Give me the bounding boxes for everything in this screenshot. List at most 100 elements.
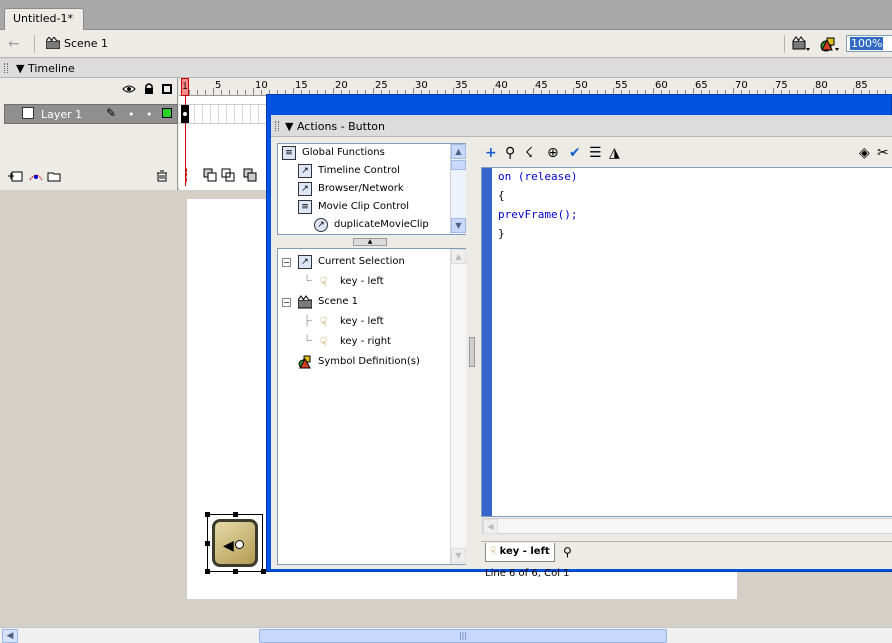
actions-header[interactable]: ▼ Actions - Button: [271, 115, 892, 137]
trash-icon[interactable]: [156, 170, 168, 182]
nav-item-label: Current Selection: [318, 256, 405, 267]
edit-bar: ← Scene 1 100%: [0, 30, 892, 58]
ruler-tick: [189, 90, 190, 95]
replace-icon[interactable]: ☇: [525, 146, 533, 160]
target-path-icon[interactable]: ⊕: [547, 146, 559, 160]
toolbox-item-movie-clip-control[interactable]: ≡ Movie Clip Control: [278, 198, 450, 216]
edit-symbol-icon[interactable]: [820, 36, 840, 52]
status-line: Line 6 of 6, Col 1: [485, 568, 570, 579]
button-symbol-key-left[interactable]: ◀: [205, 512, 266, 574]
edit-scene-icon[interactable]: [792, 36, 810, 52]
editor-horizontal-scrollbar[interactable]: ◀: [482, 518, 892, 534]
script-tab-key-left[interactable]: ☟ key - left: [485, 543, 555, 562]
button-face: ◀: [212, 519, 258, 567]
code-hint-icon[interactable]: ◮: [609, 146, 620, 160]
code-line-3[interactable]: prevFrame();: [498, 208, 577, 221]
outline-icon[interactable]: [162, 84, 172, 94]
find-icon[interactable]: ⚲: [505, 146, 515, 160]
panel-grip-icon[interactable]: [4, 63, 8, 73]
zoom-field[interactable]: 100%: [846, 35, 892, 52]
visibility-dot-icon[interactable]: •: [128, 108, 135, 121]
selection-handle[interactable]: [233, 512, 238, 517]
code-line-2[interactable]: {: [498, 189, 505, 202]
separator: [34, 35, 35, 53]
collapse-icon[interactable]: −: [282, 298, 291, 307]
selection-handle[interactable]: [205, 541, 210, 546]
auto-format-icon[interactable]: ☰: [589, 146, 602, 160]
lock-icon[interactable]: [144, 83, 154, 95]
add-folder-icon[interactable]: [46, 170, 62, 182]
toolbox-item-label: Timeline Control: [318, 165, 400, 176]
selection-handle[interactable]: [205, 569, 210, 574]
scroll-left-button[interactable]: ◀: [483, 519, 498, 534]
eye-icon[interactable]: [122, 84, 136, 94]
separator: [784, 35, 785, 53]
document-tab-bar: Untitled-1*: [0, 0, 892, 30]
script-navigator[interactable]: − ↗ Current Selection └· ☟ key - left − …: [277, 248, 466, 565]
collapse-icon[interactable]: −: [282, 258, 291, 267]
scroll-up-button[interactable]: ▲: [451, 249, 466, 264]
actions-window[interactable]: ▼ Actions - Button ≡ Global Functions ↗ …: [266, 94, 892, 579]
scroll-thumb[interactable]: |||: [259, 629, 667, 643]
stage-horizontal-scrollbar[interactable]: ◀ |||: [0, 627, 892, 643]
scroll-up-button[interactable]: ▲: [451, 144, 466, 159]
scene-label[interactable]: Scene 1: [64, 37, 108, 50]
center-frame-icon[interactable]: ┆: [183, 168, 190, 182]
navigator-scrollbar[interactable]: ▲ ▼: [450, 249, 466, 564]
pin-script-icon[interactable]: ⚲: [563, 545, 572, 559]
edit-multiple-frames-icon[interactable]: [243, 168, 257, 182]
scroll-left-button[interactable]: ◀: [2, 629, 18, 643]
toolbox-item-label: duplicateMovieClip: [334, 219, 429, 230]
timeline-title[interactable]: ▼ Timeline: [16, 62, 75, 75]
timeline-header[interactable]: ▼ Timeline: [0, 59, 892, 78]
document-tab[interactable]: Untitled-1*: [4, 8, 84, 30]
pencil-icon: ✎: [106, 106, 117, 120]
toolbox-scrollbar[interactable]: ▲ ▼: [450, 144, 466, 234]
divider-grip[interactable]: [469, 337, 475, 367]
nav-item-label: Symbol Definition(s): [318, 356, 420, 367]
add-item-icon[interactable]: +: [485, 146, 497, 160]
registration-point: [235, 540, 244, 549]
lock-dot-icon[interactable]: •: [146, 108, 153, 121]
script-tabs: ☟ key - left ⚲: [481, 541, 892, 563]
nav-item-label: key - left: [340, 316, 384, 327]
split-collapse-button[interactable]: ▲: [353, 238, 387, 246]
toolbox-item-duplicatemovieclip[interactable]: ↗ duplicateMovieClip: [278, 216, 450, 234]
nav-item-label: key - left: [340, 276, 384, 287]
keyframe-action-dot: [183, 112, 187, 116]
script-editor[interactable]: on (release) { prevFrame(); } ◀: [481, 167, 892, 534]
actions-title[interactable]: ▼ Actions - Button: [285, 120, 385, 133]
scroll-thumb[interactable]: [451, 160, 466, 170]
button-symbol-icon: ☟: [320, 335, 328, 349]
onion-skin-icon[interactable]: [203, 168, 217, 182]
add-motion-guide-icon[interactable]: [28, 170, 44, 182]
toolbox-item-browser-network[interactable]: ↗ Browser/Network: [278, 180, 450, 198]
onion-outline-icon[interactable]: [221, 168, 235, 182]
symbol-definitions-icon: [298, 355, 311, 369]
scroll-down-button[interactable]: ▼: [451, 548, 466, 563]
check-syntax-icon[interactable]: ✔: [569, 146, 581, 160]
panel-grip-icon[interactable]: [275, 121, 279, 131]
actions-toolbox[interactable]: ≡ Global Functions ↗ Timeline Control ↗ …: [277, 143, 466, 235]
code-line-1[interactable]: on (release): [498, 170, 577, 183]
selection-handle[interactable]: [233, 569, 238, 574]
scroll-down-button[interactable]: ▼: [451, 218, 466, 233]
add-layer-icon[interactable]: [8, 170, 24, 182]
toolbox-item-timeline-control[interactable]: ↗ Timeline Control: [278, 162, 450, 180]
selection-handle[interactable]: [205, 512, 210, 517]
scene-icon: [298, 295, 312, 309]
layer-color-swatch[interactable]: [162, 108, 172, 118]
reference-icon[interactable]: ◈: [859, 146, 870, 160]
back-arrow-icon[interactable]: ←: [8, 36, 20, 52]
playhead[interactable]: 1: [181, 78, 189, 96]
code-line-4[interactable]: }: [498, 227, 505, 240]
layer-name[interactable]: Layer 1: [41, 108, 82, 121]
toolbox-item-label: Movie Clip Control: [318, 201, 409, 212]
left-arrow-icon: ◀: [223, 538, 234, 554]
tree-line: └·: [304, 336, 314, 347]
code-line-text: on (release): [498, 170, 578, 183]
tree-line: └·: [304, 276, 314, 287]
function-icon: ↗: [298, 164, 312, 178]
toolbox-item-global-functions[interactable]: ≡ Global Functions: [278, 144, 450, 162]
options-menu-icon[interactable]: ✂: [877, 146, 889, 160]
